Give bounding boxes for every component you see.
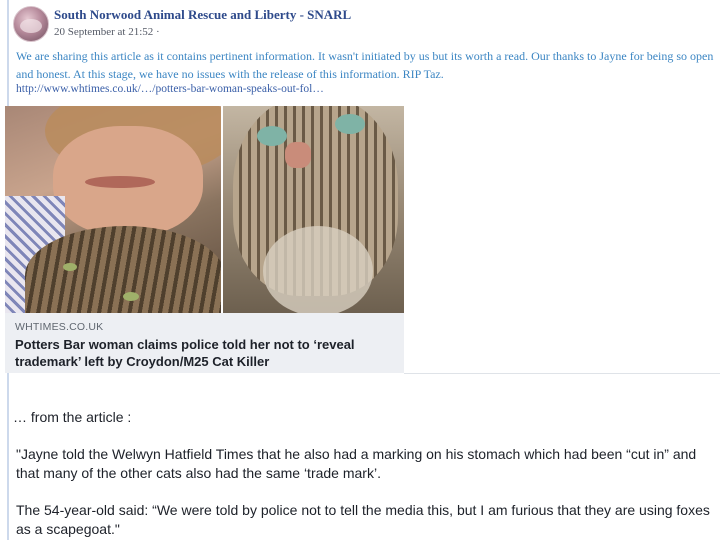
link-domain: WHTIMES.CO.UK [15, 321, 104, 333]
page-avatar[interactable] [13, 6, 49, 42]
link-headline[interactable]: Potters Bar woman claims police told her… [15, 336, 395, 370]
post-link[interactable]: http://www.whtimes.co.uk/…/potters-bar-w… [16, 83, 324, 95]
post-text: We are sharing this article as it contai… [16, 49, 714, 81]
avatar-image [20, 19, 42, 33]
page-name-link[interactable]: South Norwood Animal Rescue and Liberty … [54, 7, 351, 23]
article-quote-2: The 54-year-old said: “We were told by p… [16, 502, 710, 537]
article-quote: "Jayne told the Welwyn Hatfield Times th… [16, 446, 697, 481]
link-preview-caption[interactable]: WHTIMES.CO.UK Potters Bar woman claims p… [5, 313, 404, 373]
preview-bottom-border [404, 106, 720, 374]
link-preview-image[interactable] [5, 106, 404, 313]
link-preview-card[interactable]: WHTIMES.CO.UK Potters Bar woman claims p… [5, 106, 404, 373]
post-timestamp[interactable]: 20 September at 21:52 · [54, 26, 160, 38]
cat-photo [223, 106, 404, 313]
article-lead: … from the article : [13, 409, 132, 425]
woman-and-cat-photo [5, 106, 221, 313]
